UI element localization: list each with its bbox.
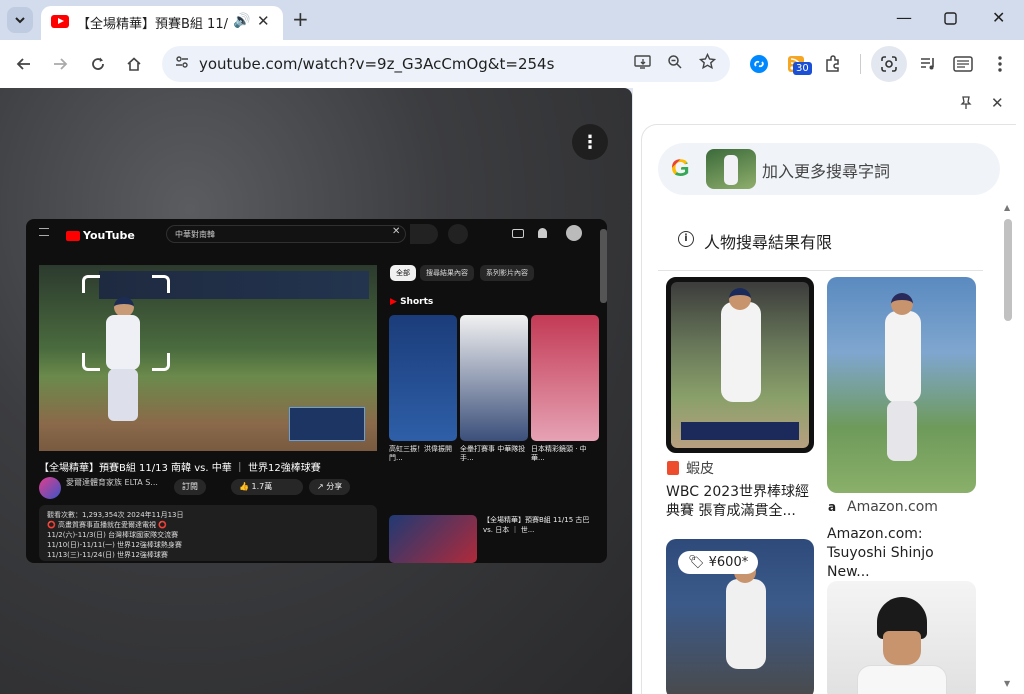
info-icon: i [678,231,694,247]
channel-name: 愛爾達體育家族 ELTA S... [66,478,158,487]
youtube-favicon-icon [51,15,69,28]
forward-button[interactable] [48,52,72,76]
extensions-puzzle-icon[interactable] [821,52,845,76]
result-title-1[interactable]: WBC 2023世界棒球經典賽 張育成滿貫全... [666,483,816,521]
lens-search-box[interactable]: G 加入更多搜尋字詞 [658,143,1000,195]
lens-selection-frame[interactable] [82,275,170,371]
create-icon [512,229,524,238]
video-more-options-button[interactable]: ⋮ [572,124,608,160]
chip-all: 全部 [390,265,416,281]
embedded-search-icon [410,224,438,244]
embedded-description: 觀看次數：1,293,354次 2024年11月13日 ⭕ 高畫質賽事直播就在愛… [39,505,377,561]
new-tab-button[interactable]: + [292,8,309,30]
google-lens-button[interactable] [871,46,907,82]
short-caption-1: 高虹三振！洪偉振開門... [389,445,452,462]
result-source-1[interactable]: 蝦皮 [686,458,714,478]
short-thumbnail-2 [460,315,528,441]
url-text[interactable]: youtube.com/watch?v=9z_G3AcCmOg&t=254s [199,55,554,73]
tab-title: 【全場精華】預賽B組 11/13 [77,17,229,32]
back-button[interactable] [12,52,36,76]
short-thumbnail-3 [531,315,599,441]
maximize-button[interactable] [944,10,957,29]
reload-icon [92,57,104,70]
scroll-up-arrow-icon[interactable]: ▲ [1004,203,1010,212]
result-image-1[interactable] [666,277,814,453]
shorts-header: ▶ Shorts [390,297,434,307]
video-player[interactable]: ⋮ YouTube 中華對南韓 ✕ 【全場精華】預賽B組 11/13 南韓 vs… [0,88,632,694]
site-info-icon[interactable] [174,54,190,74]
speaker-icon[interactable]: 🔊 [233,13,250,29]
score-overlay [289,407,365,441]
related-video-title: 【全場精華】預賽B組 11/15 古巴 vs. 日本 ｜ 世... [483,516,590,534]
window-close-button[interactable]: ✕ [992,8,1005,27]
pin-icon[interactable] [960,96,972,114]
related-video-thumbnail [389,515,477,563]
embedded-search-box: 中華對南韓 [166,225,406,243]
side-panel-close-icon[interactable]: ✕ [991,94,1004,112]
short-thumbnail-1 [389,315,457,441]
price-tag: 🏷 ¥600* [678,551,759,574]
amazon-source-icon: a [828,500,837,514]
reading-mode-icon[interactable] [951,52,975,76]
google-lens-side-panel: ✕ G 加入更多搜尋字詞 i 人物搜尋結果有限 蝦皮 WBC 2023世界棒球經… [633,88,1024,694]
zoom-icon[interactable] [667,54,683,74]
result-source-2[interactable]: Amazon.com [847,499,938,515]
lens-icon [881,56,897,72]
chevron-down-icon [15,17,25,24]
toolbar-divider [860,54,861,74]
embedded-video-title: 【全場精華】預賽B組 11/13 南韓 vs. 中華 ｜ 世界12強棒球賽 [39,463,321,474]
result-image-4[interactable] [827,581,976,694]
lens-search-placeholder[interactable]: 加入更多搜尋字詞 [762,158,890,182]
results-scrollbar[interactable]: ▲ ▼ [1002,203,1014,694]
tab-search-button[interactable] [7,7,33,33]
hamburger-icon [39,228,49,236]
share-pill: ↗ 分享 [309,479,351,495]
home-icon [127,57,141,71]
toolbar: youtube.com/watch?v=9z_G3AcCmOg&t=254s 3… [0,40,1024,88]
avatar [566,225,582,241]
google-logo-icon: G [671,155,690,182]
embedded-youtube-screenshot: YouTube 中華對南韓 ✕ 【全場精華】預賽B組 11/13 南韓 vs. … [26,219,607,563]
video-frame [39,265,377,451]
extension-count-badge: 30 [793,62,812,75]
clear-icon: ✕ [392,226,401,237]
limited-results-notice: 人物搜尋結果有限 [704,233,833,252]
result-image-3[interactable]: 🏷 ¥600* [666,539,814,694]
channel-avatar [39,477,61,499]
back-arrow-icon [16,58,30,70]
reload-button[interactable] [86,52,110,76]
forward-arrow-icon [54,58,68,70]
minimize-button[interactable]: — [896,8,912,27]
media-controls-icon[interactable] [916,52,940,76]
cast-icon[interactable] [634,54,652,74]
bookmark-star-icon[interactable] [698,52,717,74]
bell-icon [538,228,547,238]
tab-strip: 【全場精華】預賽B組 11/13 🔊 ✕ + — ✕ [0,0,1024,40]
chip-search-results: 搜尋結果內容 [420,265,474,281]
lens-results-frame: G 加入更多搜尋字詞 i 人物搜尋結果有限 蝦皮 WBC 2023世界棒球經典賽… [641,124,1016,694]
youtube-logo: YouTube [66,229,135,242]
chip-series: 系列影片內容 [480,265,534,281]
results-divider [658,270,983,271]
result-image-2[interactable] [827,277,976,493]
address-bar[interactable]: youtube.com/watch?v=9z_G3AcCmOg&t=254s [162,46,730,82]
active-tab[interactable]: 【全場精華】預賽B組 11/13 🔊 ✕ [41,6,283,40]
shazam-extension-icon[interactable] [747,52,771,76]
lens-query-thumbnail[interactable] [706,149,756,189]
browser-menu-icon[interactable] [988,52,1012,76]
tab-close-icon[interactable]: ✕ [257,12,270,30]
maximize-icon [944,12,957,25]
shopee-source-icon [667,461,679,475]
subscribe-pill: 訂閱 [174,479,206,495]
scroll-thumb[interactable] [1004,219,1012,321]
scroll-down-arrow-icon[interactable]: ▼ [1004,679,1010,688]
short-caption-3: 日本精彩鏡頭 · 中華... [531,445,587,462]
home-button[interactable] [122,52,146,76]
short-caption-2: 全壘打賽事 中華隊投手... [460,445,526,462]
like-pill: 👍 1.7萬 [231,479,303,495]
embedded-scrollbar [600,229,607,303]
result-title-2[interactable]: Amazon.com: Tsuyoshi Shinjo New... [827,525,977,582]
mic-icon [448,224,468,244]
